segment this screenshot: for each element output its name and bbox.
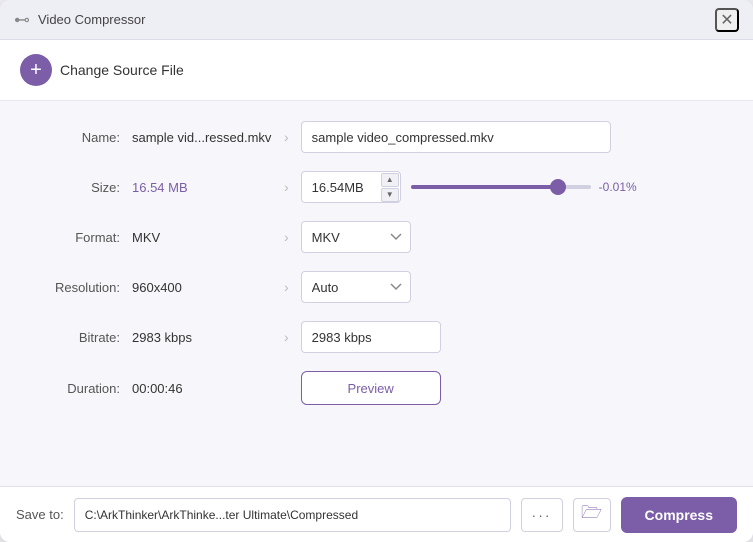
bitrate-label: Bitrate: xyxy=(30,330,120,345)
format-row: Format: MKV › MKV MP4 AVI MOV WMV xyxy=(30,221,723,253)
format-label: Format: xyxy=(30,230,120,245)
title-bar: ⊷ Video Compressor ✕ xyxy=(0,0,753,40)
size-arrow-icon: › xyxy=(284,179,289,195)
size-spinner: ▲ ▼ xyxy=(381,173,399,202)
main-window: ⊷ Video Compressor ✕ + Change Source Fil… xyxy=(0,0,753,542)
close-icon: ✕ xyxy=(720,10,733,30)
size-up-button[interactable]: ▲ xyxy=(381,173,399,187)
compress-button[interactable]: Compress xyxy=(621,497,737,533)
duration-label: Duration: xyxy=(30,381,120,396)
save-to-label: Save to: xyxy=(16,507,64,522)
name-row: Name: sample vid...ressed.mkv › xyxy=(30,121,723,153)
save-path-input[interactable] xyxy=(74,498,511,532)
preview-button[interactable]: Preview xyxy=(301,371,441,405)
bitrate-row: Bitrate: 2983 kbps › xyxy=(30,321,723,353)
size-controls: ▲ ▼ -0.01% xyxy=(301,171,644,203)
bitrate-arrow-icon: › xyxy=(284,329,289,345)
plus-icon: + xyxy=(30,60,42,80)
change-source-button[interactable]: + Change Source File xyxy=(20,54,184,86)
dots-button[interactable]: ··· xyxy=(521,498,563,532)
bitrate-input[interactable] xyxy=(301,321,441,353)
resolution-label: Resolution: xyxy=(30,280,120,295)
duration-source-value: 00:00:46 xyxy=(132,381,272,396)
name-label: Name: xyxy=(30,130,120,145)
preview-label: Preview xyxy=(348,381,394,396)
resolution-select[interactable]: Auto 1080p 720p 480p 360p xyxy=(301,271,411,303)
window-title: Video Compressor xyxy=(38,12,145,27)
change-source-label: Change Source File xyxy=(60,62,184,78)
size-label: Size: xyxy=(30,180,120,195)
size-source-value: 16.54 MB xyxy=(132,180,272,195)
name-arrow-icon: › xyxy=(284,129,289,145)
resolution-row: Resolution: 960x400 › Auto 1080p 720p 48… xyxy=(30,271,723,303)
toolbar: + Change Source File xyxy=(0,40,753,101)
resolution-arrow-icon: › xyxy=(284,279,289,295)
size-row: Size: 16.54 MB › ▲ ▼ -0.01% xyxy=(30,171,723,203)
app-icon: ⊷ xyxy=(14,10,30,30)
size-slider-wrap: -0.01% xyxy=(411,180,644,194)
format-arrow-icon: › xyxy=(284,229,289,245)
bitrate-source-value: 2983 kbps xyxy=(132,330,272,345)
size-down-button[interactable]: ▼ xyxy=(381,188,399,202)
resolution-source-value: 960x400 xyxy=(132,280,272,295)
format-select[interactable]: MKV MP4 AVI MOV WMV xyxy=(301,221,411,253)
size-slider-value: -0.01% xyxy=(599,180,644,194)
folder-button[interactable]: 🗁 xyxy=(573,498,611,532)
name-output-input[interactable] xyxy=(301,121,611,153)
size-input-wrap: ▲ ▼ xyxy=(301,171,401,203)
title-bar-left: ⊷ Video Compressor xyxy=(14,10,145,30)
format-source-value: MKV xyxy=(132,230,272,245)
name-source-value: sample vid...ressed.mkv xyxy=(132,130,272,145)
footer: Save to: ··· 🗁 Compress xyxy=(0,486,753,542)
duration-row: Duration: 00:00:46 › Preview xyxy=(30,371,723,405)
plus-circle-icon: + xyxy=(20,54,52,86)
close-button[interactable]: ✕ xyxy=(715,8,739,32)
main-content: Name: sample vid...ressed.mkv › Size: 16… xyxy=(0,101,753,486)
size-slider[interactable] xyxy=(411,185,591,189)
folder-icon: 🗁 xyxy=(581,500,602,529)
